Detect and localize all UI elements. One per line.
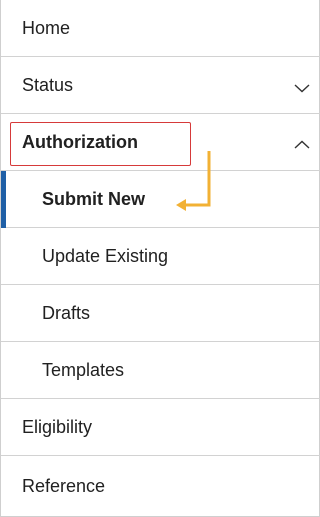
nav-item-label: Drafts: [42, 302, 91, 323]
nav-subitem-update-existing[interactable]: Update Existing: [1, 228, 320, 285]
side-navigation: Home Status Authorization Submit New Upd…: [0, 0, 320, 517]
nav-item-label: Templates: [42, 359, 125, 380]
nav-item-label: Eligibility: [22, 416, 93, 437]
nav-subitem-submit-new[interactable]: Submit New: [1, 171, 320, 228]
nav-item-label: Submit New: [42, 188, 146, 209]
nav-subitem-drafts[interactable]: Drafts: [1, 285, 320, 342]
nav-item-status[interactable]: Status: [1, 57, 320, 114]
chevron-up-icon[interactable]: [294, 140, 310, 150]
nav-item-label: Reference: [22, 475, 106, 496]
nav-item-label: Authorization: [22, 131, 138, 152]
chevron-down-icon[interactable]: [294, 83, 310, 93]
nav-item-reference[interactable]: Reference: [1, 456, 320, 516]
nav-item-authorization[interactable]: Authorization: [1, 114, 320, 171]
nav-item-eligibility[interactable]: Eligibility: [1, 399, 320, 456]
nav-item-label: Status: [22, 74, 74, 95]
nav-item-label: Update Existing: [42, 245, 169, 266]
nav-subitem-templates[interactable]: Templates: [1, 342, 320, 399]
nav-item-home[interactable]: Home: [1, 0, 320, 57]
nav-item-label: Home: [22, 17, 71, 38]
active-indicator: [1, 171, 6, 228]
